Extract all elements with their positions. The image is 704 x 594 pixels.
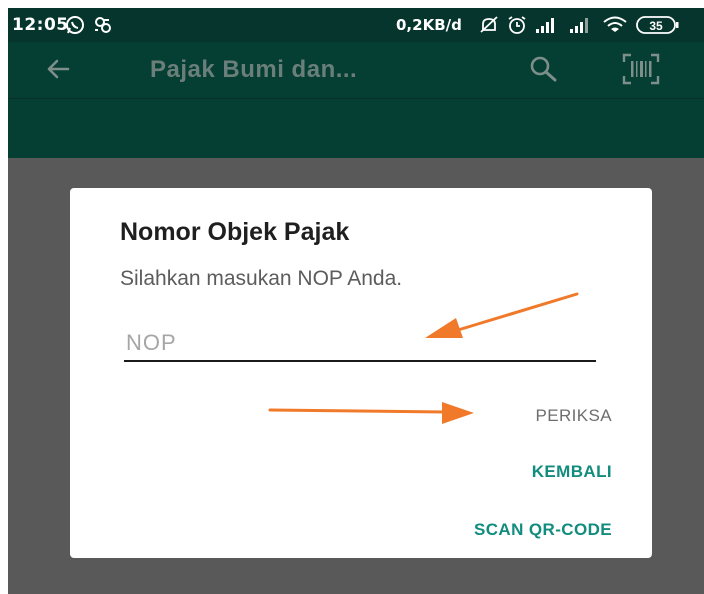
wifi-icon [602,14,628,40]
periksa-button[interactable]: PERIKSA [536,406,613,426]
dialog-title: Nomor Objek Pajak [120,218,350,246]
signal-icon-1 [534,14,562,40]
battery-level: 35 [649,19,663,33]
kembali-button[interactable]: KEMBALI [532,462,612,482]
scan-qr-code-button[interactable]: SCAN QR-CODE [474,520,612,540]
search-icon[interactable] [528,54,558,88]
status-time: 12:05 [12,15,69,35]
dialog-message: Silahkan masukan NOP Anda. [120,267,403,290]
tab-strip [8,98,704,158]
mute-icon [478,14,500,40]
page-title: Pajak Bumi dan... [150,56,358,83]
app-notification-icon [92,14,114,40]
alarm-icon [506,14,528,40]
status-bar: 12:05 0,2KB/d 35 [8,8,704,42]
whatsapp-icon [64,14,86,40]
arrow-left-icon[interactable] [44,55,72,87]
battery-icon: 35 [636,15,680,39]
network-speed: 0,2KB/d [396,16,462,34]
nop-input[interactable] [124,326,596,362]
barcode-scan-icon[interactable] [622,52,660,90]
phone-screen: 12:05 0,2KB/d 35 Pajak Bumi dan... Nomor… [8,8,704,594]
nop-dialog: Nomor Objek Pajak Silahkan masukan NOP A… [70,188,652,558]
app-bar: Pajak Bumi dan... [8,42,704,98]
signal-icon-2 [568,14,596,40]
